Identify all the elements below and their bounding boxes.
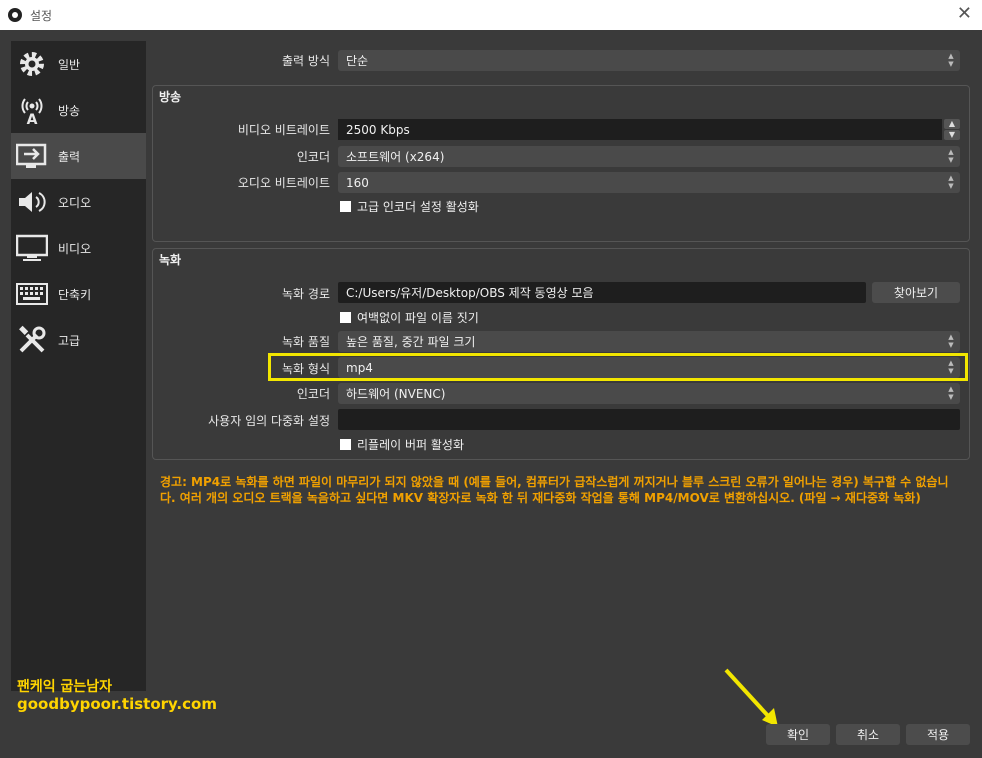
settings-sidebar: 일반 A 방송 출력 오디오 비디오 단축키 고급 [11, 41, 146, 691]
checkbox-box[interactable] [340, 312, 351, 323]
sidebar-item-hotkeys[interactable]: 단축키 [11, 271, 146, 317]
audio-bitrate-select[interactable]: 160 ▲ ▼ [338, 172, 960, 193]
replay-buffer-label: 리플레이 버퍼 활성화 [357, 438, 464, 452]
sidebar-item-label: 오디오 [58, 195, 92, 210]
no-space-filename-checkbox[interactable]: 여백없이 파일 이름 짓기 [340, 309, 479, 326]
window-title: 설정 [30, 8, 53, 23]
video-bitrate-value: 2500 Kbps [346, 122, 410, 137]
video-bitrate-spinner[interactable]: ▲ ▼ [944, 119, 960, 140]
output-icon [16, 140, 48, 172]
spin-down-icon[interactable]: ▼ [944, 130, 960, 140]
speaker-icon [16, 186, 48, 218]
sidebar-item-label: 방송 [58, 103, 81, 118]
sidebar-item-general[interactable]: 일반 [11, 41, 146, 87]
ok-button[interactable]: 확인 [766, 724, 830, 745]
updown-arrows-icon: ▲ ▼ [948, 148, 954, 164]
updown-arrows-icon: ▲ ▼ [948, 333, 954, 349]
stream-encoder-select[interactable]: 소프트웨어 (x264) ▲ ▼ [338, 146, 960, 167]
watermark-url: goodbypoor.tistory.com [17, 695, 217, 713]
sidebar-item-advanced[interactable]: 고급 [11, 317, 146, 363]
recording-path-input[interactable]: C:/Users/유저/Desktop/OBS 제작 동영상 모음 [338, 282, 866, 303]
recording-format-value: mp4 [346, 360, 373, 375]
sidebar-item-output[interactable]: 출력 [11, 133, 146, 179]
sidebar-item-label: 고급 [58, 333, 81, 348]
updown-arrows-icon: ▲ ▼ [948, 359, 954, 375]
output-mode-select[interactable]: 단순 ▲ ▼ [338, 50, 960, 71]
mp4-warning-text: 경고: MP4로 녹화를 하면 파일이 마무리가 되지 않았을 때 (예를 들어… [160, 475, 949, 505]
monitor-icon [16, 232, 48, 264]
sidebar-item-label: 단축키 [58, 287, 92, 302]
output-mode-label: 출력 방식 [282, 54, 330, 68]
recording-quality-select[interactable]: 높은 품질, 중간 파일 크기 ▲ ▼ [338, 331, 960, 352]
replay-buffer-checkbox[interactable]: 리플레이 버퍼 활성화 [340, 436, 464, 453]
updown-arrows-icon: ▲ ▼ [948, 174, 954, 190]
no-space-filename-label: 여백없이 파일 이름 짓기 [357, 311, 479, 325]
recording-quality-value: 높은 품질, 중간 파일 크기 [346, 335, 476, 349]
audio-bitrate-label: 오디오 비트레이트 [237, 176, 330, 190]
title-bar: 설정 ✕ [0, 0, 982, 30]
recording-encoder-select[interactable]: 하드웨어 (NVENC) ▲ ▼ [338, 383, 960, 404]
obs-logo-icon [8, 8, 22, 22]
sidebar-item-stream[interactable]: A 방송 [11, 87, 146, 133]
sidebar-item-label: 출력 [58, 149, 81, 164]
sidebar-item-video[interactable]: 비디오 [11, 225, 146, 271]
tools-icon [16, 324, 48, 356]
browse-button[interactable]: 찾아보기 [872, 282, 960, 303]
svg-text:A: A [27, 112, 38, 125]
recording-format-select[interactable]: mp4 ▲ ▼ [338, 357, 960, 378]
close-icon[interactable]: ✕ [957, 5, 972, 23]
updown-arrows-icon: ▲ ▼ [948, 52, 954, 68]
stream-encoder-label: 인코더 [296, 150, 330, 164]
advanced-encoder-label: 고급 인코더 설정 활성화 [357, 200, 479, 214]
keyboard-icon [16, 278, 48, 310]
sidebar-item-label: 비디오 [58, 241, 92, 256]
updown-arrows-icon: ▲ ▼ [948, 385, 954, 401]
sidebar-item-label: 일반 [58, 57, 81, 72]
gear-icon [16, 48, 48, 80]
video-bitrate-label: 비디오 비트레이트 [237, 123, 330, 137]
recording-format-label: 녹화 형식 [282, 362, 330, 376]
custom-muxer-label: 사용자 임의 다중화 설정 [208, 414, 330, 428]
streaming-group-title: 방송 [159, 90, 182, 104]
video-bitrate-input[interactable]: 2500 Kbps [338, 119, 942, 140]
recording-group-title: 녹화 [159, 253, 182, 267]
apply-button[interactable]: 적용 [906, 724, 970, 745]
recording-encoder-label: 인코더 [296, 387, 330, 401]
watermark-author: 팬케익 굽는남자 [17, 679, 113, 695]
spin-up-icon[interactable]: ▲ [944, 119, 960, 129]
output-mode-value: 단순 [346, 54, 369, 68]
checkbox-box[interactable] [340, 439, 351, 450]
recording-path-value: C:/Users/유저/Desktop/OBS 제작 동영상 모음 [346, 286, 594, 300]
recording-path-label: 녹화 경로 [282, 287, 330, 301]
audio-bitrate-value: 160 [346, 175, 369, 190]
recording-encoder-value: 하드웨어 (NVENC) [346, 387, 446, 401]
checkbox-box[interactable] [340, 201, 351, 212]
broadcast-icon: A [16, 94, 48, 126]
cancel-button[interactable]: 취소 [836, 724, 900, 745]
stream-encoder-value: 소프트웨어 (x264) [346, 150, 445, 164]
sidebar-item-audio[interactable]: 오디오 [11, 179, 146, 225]
recording-quality-label: 녹화 품질 [282, 335, 330, 349]
custom-muxer-input[interactable] [338, 409, 960, 430]
advanced-encoder-checkbox[interactable]: 고급 인코더 설정 활성화 [340, 198, 479, 215]
